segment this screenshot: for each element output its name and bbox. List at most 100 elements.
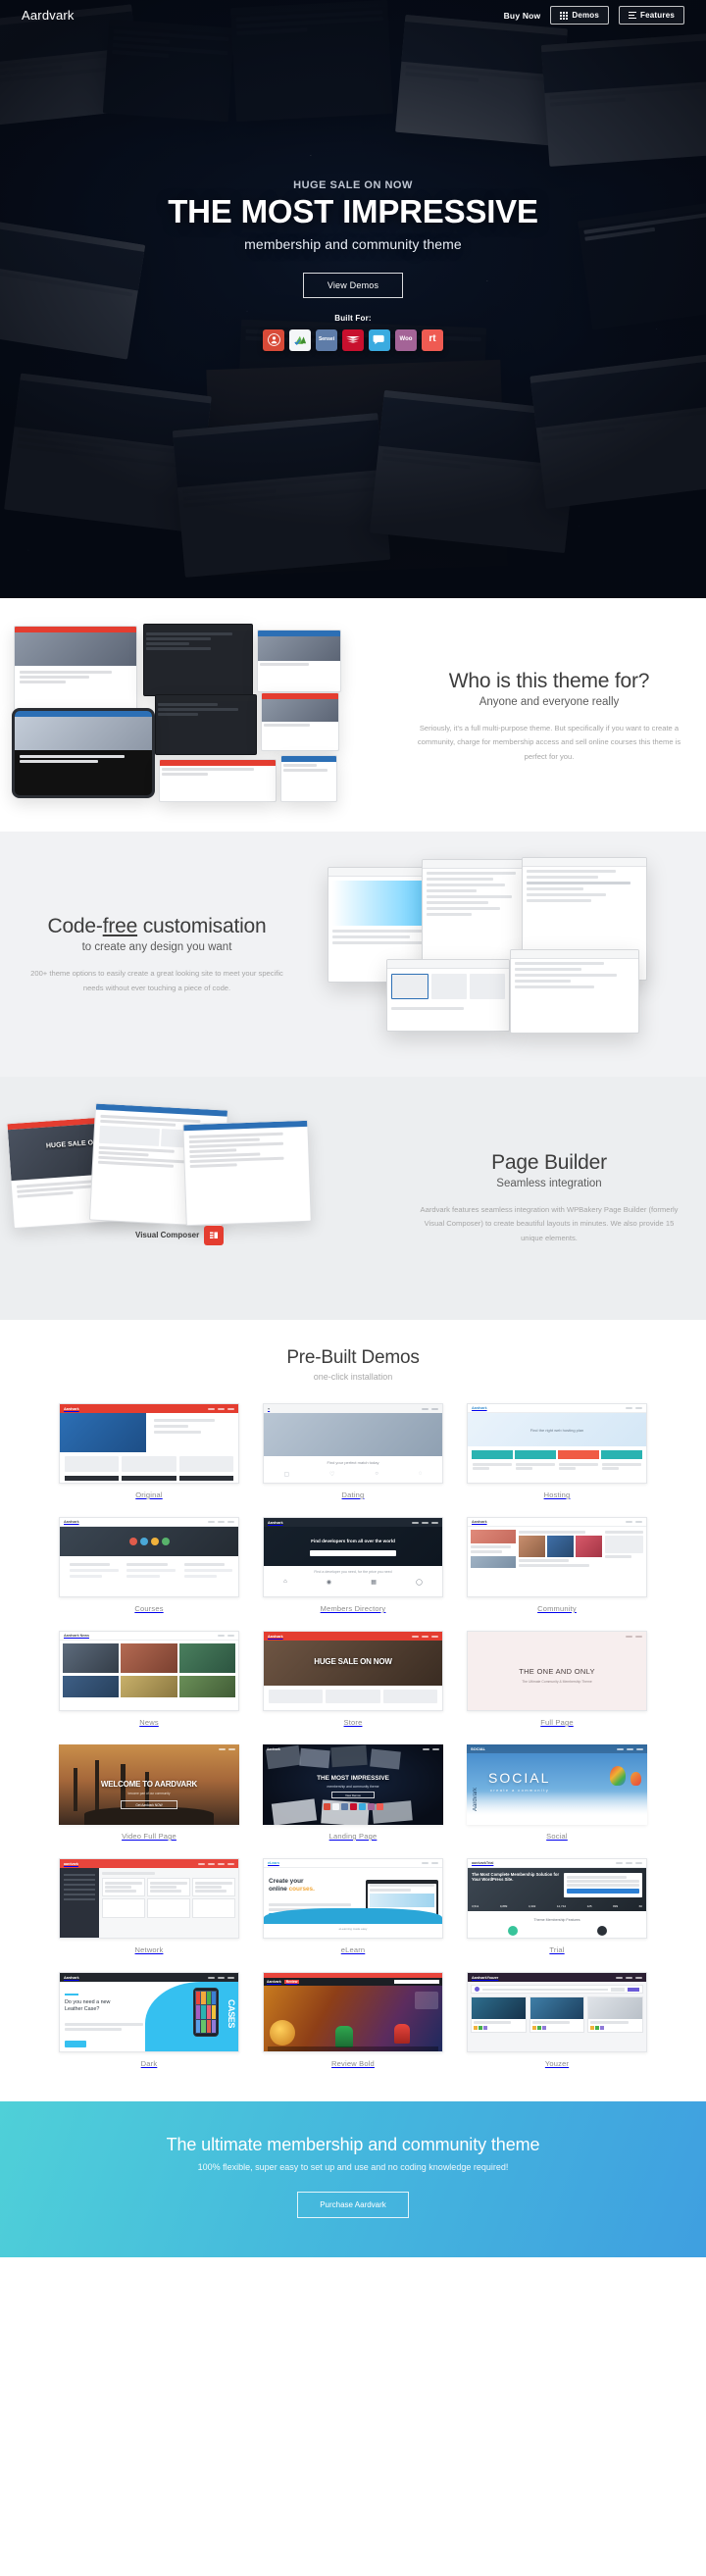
- mockup-screen: [257, 630, 341, 692]
- full-page-sub: The Ultimate Community & Membership Them…: [522, 1680, 592, 1684]
- landing-page: Aardvark Buy Now Demos Features HUGE SAL…: [0, 0, 706, 2257]
- woocommerce-icon[interactable]: Woo: [395, 328, 417, 351]
- demo-thumbnail: Aardvark: [59, 1403, 239, 1484]
- demo-card-store[interactable]: Aardvark HUGE SALE ON NOW Store: [263, 1631, 443, 1727]
- demo-label: Full Page: [540, 1718, 574, 1727]
- customisation-text: Code-free customisation to create any de…: [0, 915, 314, 994]
- thumb-header: Aardvark: [60, 1518, 238, 1527]
- rt-label: rt: [429, 333, 436, 345]
- demo-card-original[interactable]: Aardvark Original: [59, 1403, 239, 1499]
- demo-thumbnail: aardvarkTrial The Most Complete Membersh…: [467, 1858, 647, 1939]
- thumb-header: eLearn: [264, 1859, 442, 1868]
- mockup-screen: [261, 692, 339, 751]
- nav-actions: Buy Now Demos Features: [504, 6, 684, 25]
- demos-button[interactable]: Demos: [550, 6, 610, 25]
- plugin-logos: Sensei Woo rt: [0, 328, 706, 351]
- sensei-label: Sensei: [318, 336, 335, 343]
- demo-label: Review Bold: [331, 2059, 375, 2068]
- demo-card-network[interactable]: aardvark Network: [59, 1858, 239, 1954]
- audience-title: Who is this theme for?: [448, 670, 650, 693]
- purchase-aardvark-button[interactable]: Purchase Aardvark: [297, 2192, 409, 2218]
- demo-thumbnail: Aardvark: [467, 1517, 647, 1597]
- demo-card-news[interactable]: Aardvark News News: [59, 1631, 239, 1727]
- visual-composer-label: Visual Composer: [135, 1230, 200, 1239]
- thumb-body: Create your online courses. eLearning ma…: [264, 1868, 442, 1938]
- layout-picker-panel: [386, 959, 510, 1032]
- demo-thumbnail: Aardvark Review: [263, 1972, 443, 2052]
- thumb-body: Find the right web hosting plan: [468, 1413, 646, 1483]
- rtmedia-icon[interactable]: rt: [422, 328, 443, 351]
- demos-grid: Aardvark Original ♥ Find your perfect ma…: [59, 1403, 647, 2068]
- mockup-list-page: [182, 1119, 312, 1227]
- hero-eyebrow: HUGE SALE ON NOW: [293, 179, 413, 191]
- demo-label: Courses: [134, 1604, 164, 1613]
- demo-card-community[interactable]: Aardvark Community: [467, 1517, 647, 1613]
- site-logo[interactable]: Aardvark: [22, 8, 75, 23]
- demo-card-courses[interactable]: Aardvark Courses: [59, 1517, 239, 1613]
- trial-footer: Theme Membership Features: [533, 1918, 580, 1922]
- thumb-header: aardvark: [60, 1859, 238, 1868]
- customisation-subtitle: to create any design you want: [81, 941, 232, 954]
- buddypress-icon[interactable]: [263, 328, 284, 351]
- thumb-body: Find your perfect match today ▢ ♡ ○ ◌: [264, 1413, 442, 1483]
- demo-card-dark[interactable]: Aardvark CASES Do you need a new Leather…: [59, 1972, 239, 2068]
- visual-composer-icon: [204, 1226, 225, 1245]
- demo-thumbnail: Aardvark News: [59, 1631, 239, 1711]
- demos-title: Pre-Built Demos: [286, 1347, 420, 1368]
- dark-line1: Do you need a new: [65, 1999, 111, 2005]
- hero-content: HUGE SALE ON NOW THE MOST IMPRESSIVE mem…: [0, 0, 706, 351]
- top-navigation-bar: Aardvark Buy Now Demos Features: [0, 0, 706, 30]
- demo-card-landing-page[interactable]: Aardvark THE MOST IMPRESSIVE membership …: [263, 1744, 443, 1841]
- demo-thumbnail: Aardvark HUGE SALE ON NOW: [263, 1631, 443, 1711]
- demo-card-full-page[interactable]: THE ONE AND ONLY The Ultimate Community …: [467, 1631, 647, 1727]
- visual-composer-badge: Visual Composer: [135, 1226, 225, 1245]
- mockup-screen: [155, 694, 257, 755]
- pagebuilder-body: Aardvark features seamless integration w…: [420, 1205, 679, 1242]
- demo-thumbnail: SOCIAL Aardvark SOCIAL create a communit…: [467, 1744, 647, 1825]
- demo-card-members-directory[interactable]: Aardvark Find developers from all over t…: [263, 1517, 443, 1613]
- bbpress-icon[interactable]: [369, 328, 390, 351]
- demo-label: eLearn: [340, 1945, 366, 1954]
- social-brand: Aardvark: [473, 1787, 479, 1811]
- customisation-split: Code-free customisation to create any de…: [0, 857, 706, 1053]
- view-demos-button[interactable]: View Demos: [303, 272, 403, 298]
- customisation-title-post: customisation: [137, 915, 267, 938]
- demo-card-hosting[interactable]: Aardvark Find the right web hosting plan: [467, 1403, 647, 1499]
- thumb-logo: Aardvark: [64, 1406, 79, 1411]
- landing-title: THE MOST IMPRESSIVE: [317, 1775, 389, 1782]
- thumb-header: Aardvark: [264, 1518, 442, 1527]
- thumb-header: AardvarkYouzer: [468, 1973, 646, 1982]
- demo-card-review-bold[interactable]: Aardvark Review Review Bold: [263, 1972, 443, 2068]
- buy-now-link[interactable]: Buy Now: [504, 11, 541, 21]
- demo-thumbnail: AardvarkYouzer: [467, 1972, 647, 2052]
- demo-thumbnail: Aardvark: [59, 1517, 239, 1597]
- sensei-icon[interactable]: Sensei: [316, 328, 337, 351]
- features-button[interactable]: Features: [619, 6, 684, 25]
- demo-card-elearn[interactable]: eLearn Create your online courses. eLear…: [263, 1858, 443, 1954]
- full-page-title: THE ONE AND ONLY: [519, 1667, 595, 1676]
- cta-section: The ultimate membership and community th…: [0, 2101, 706, 2257]
- layerslider-icon[interactable]: [342, 328, 364, 351]
- demo-card-youzer[interactable]: AardvarkYouzer Youzer: [467, 1972, 647, 2068]
- pagebuilder-subtitle: Seamless integration: [496, 1178, 602, 1190]
- customisation-title-pre: Code-: [47, 915, 103, 938]
- thumb-body: [60, 1641, 238, 1710]
- thumb-body: CASES Do you need a new Leather Case?: [60, 1982, 238, 2051]
- demo-thumbnail: aardvark: [59, 1858, 239, 1939]
- demo-label: Youzer: [544, 2059, 570, 2068]
- learndash-icon[interactable]: [289, 328, 311, 351]
- thumb-body: [60, 1413, 238, 1483]
- demo-thumbnail: THE ONE AND ONLY The Ultimate Community …: [467, 1631, 647, 1711]
- dark-line2: Leather Case?: [65, 2006, 100, 2013]
- demos-section: Pre-Built Demos one-click installation A…: [0, 1320, 706, 2101]
- demo-card-trial[interactable]: aardvarkTrial The Most Complete Membersh…: [467, 1858, 647, 1954]
- demo-thumbnail: Aardvark CASES Do you need a new Leather…: [59, 1972, 239, 2052]
- demo-card-social[interactable]: SOCIAL Aardvark SOCIAL create a communit…: [467, 1744, 647, 1841]
- demo-card-dating[interactable]: ♥ Find your perfect match today ▢ ♡ ○ ◌ Dat…: [263, 1403, 443, 1499]
- audience-subtitle: Anyone and everyone really: [479, 696, 620, 709]
- demo-label: Hosting: [543, 1490, 571, 1499]
- demo-label: Members Directory: [320, 1604, 386, 1613]
- demo-card-video-full-page[interactable]: WELCOME TO AARDVARK become part of our c…: [59, 1744, 239, 1841]
- thumb-header: Aardvark: [264, 1632, 442, 1641]
- elearn-line1: Create your: [269, 1878, 304, 1885]
